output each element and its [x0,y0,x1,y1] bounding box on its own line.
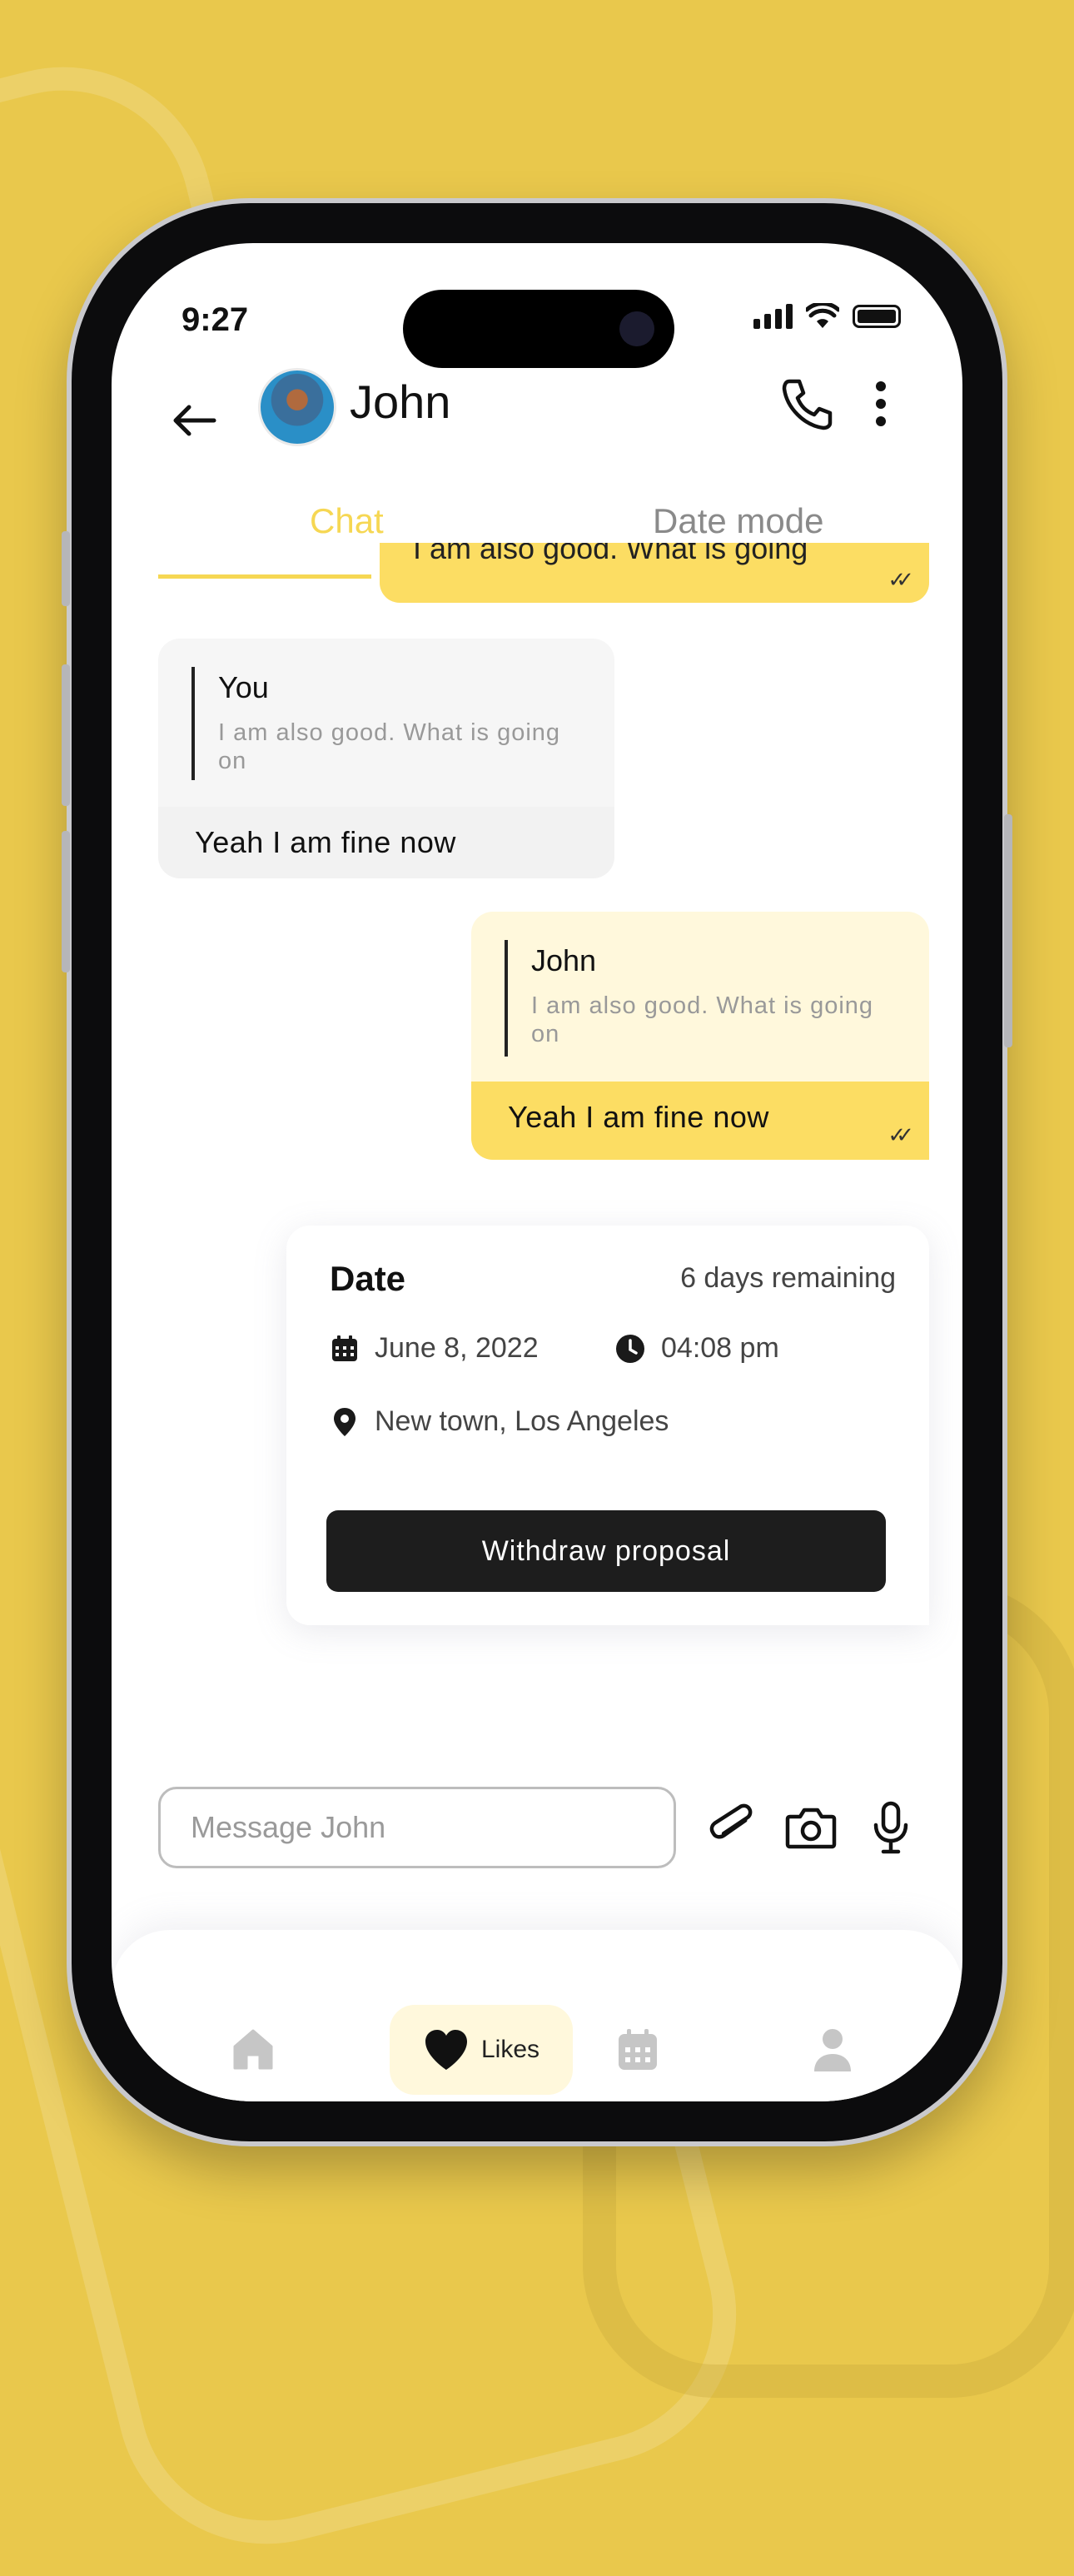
message-text: Yeah I am fine now [195,825,456,859]
phone-side-button [62,664,70,806]
phone-side-button [62,531,70,606]
arrow-left-icon [173,405,216,436]
heart-icon [425,2030,467,2070]
signal-icon [753,304,793,329]
reply-text: I am also good. What is going on [531,992,874,1047]
back-button[interactable] [165,391,223,450]
location-value: New town, Los Angeles [375,1405,669,1437]
nav-likes[interactable]: Likes [390,2005,573,2095]
date-proposal-card: Date 6 days remaining June 8, 2022 04:08… [286,1226,929,1625]
quoted-reply[interactable]: You I am also good. What is going on [191,667,579,780]
microphone-button[interactable] [858,1792,924,1863]
wifi-icon [806,303,839,328]
camera-lens [619,311,654,346]
withdraw-proposal-button[interactable]: Withdraw proposal [326,1510,886,1592]
message-input[interactable] [158,1787,676,1868]
quoted-reply[interactable]: John I am also good. What is going on [505,940,893,1057]
bottom-navigation: Likes [112,1930,962,2101]
message-bubble-incoming[interactable]: You I am also good. What is going on Yea… [158,639,614,878]
microphone-icon [873,1801,908,1854]
date-row: June 8, 2022 [330,1332,539,1365]
app-screen: 9:27 John Chat Date mode I am also good.… [112,243,962,2101]
contact-name: John [350,375,451,428]
nav-calendar[interactable] [596,2005,679,2095]
location-row: New town, Los Angeles [330,1405,669,1438]
call-button[interactable] [778,375,836,433]
status-icons [753,303,901,330]
days-remaining: 6 days remaining [680,1262,896,1294]
read-receipt-icon: ✓✓ [888,1122,913,1147]
message-text: I am also good. What is going [413,543,808,565]
reply-text: I am also good. What is going on [218,719,561,774]
camera-icon [785,1808,837,1849]
camera-button[interactable] [778,1792,844,1863]
reply-author: John [531,943,597,977]
home-icon [233,2029,273,2070]
reply-author: You [218,670,269,704]
tab-chat[interactable]: Chat [310,501,384,541]
nav-likes-label: Likes [480,2036,540,2063]
phone-frame: 9:27 John Chat Date mode I am also good.… [72,203,1002,2141]
calendar-icon [332,1335,357,1361]
time-value: 04:08 pm [661,1332,779,1364]
message-body: Yeah I am fine now [158,807,614,878]
read-receipt-icon: ✓✓ [888,567,913,592]
avatar[interactable] [258,368,336,446]
message-text: Yeah I am fine now [508,1100,769,1134]
dynamic-island [403,290,674,368]
battery-icon [853,305,901,328]
more-vertical-icon [876,381,886,426]
active-tab-indicator [158,574,371,579]
status-time: 9:27 [181,301,249,338]
clock-icon [616,1334,644,1363]
nav-home[interactable] [211,2005,295,2095]
message-bubble-outgoing[interactable]: I am also good. What is going ✓✓ [380,543,929,603]
date-value: June 8, 2022 [375,1332,539,1364]
paperclip-icon [709,1803,753,1839]
phone-icon [782,379,833,430]
attach-button[interactable] [699,1792,766,1863]
calendar-icon [619,2029,657,2070]
nav-profile[interactable] [791,2005,874,2095]
more-options-button[interactable] [864,375,897,433]
profile-icon [814,2029,851,2071]
phone-side-button [62,831,70,972]
location-pin-icon [334,1407,356,1436]
message-bubble-outgoing[interactable]: John I am also good. What is going on Ye… [471,912,929,1160]
tab-date-mode[interactable]: Date mode [653,501,823,541]
phone-mockup: 9:27 John Chat Date mode I am also good.… [62,198,1012,2146]
date-card-title: Date [330,1259,406,1298]
message-body: Yeah I am fine now ✓✓ [471,1082,929,1160]
phone-side-button [1004,814,1012,1047]
time-row: 04:08 pm [614,1332,779,1365]
